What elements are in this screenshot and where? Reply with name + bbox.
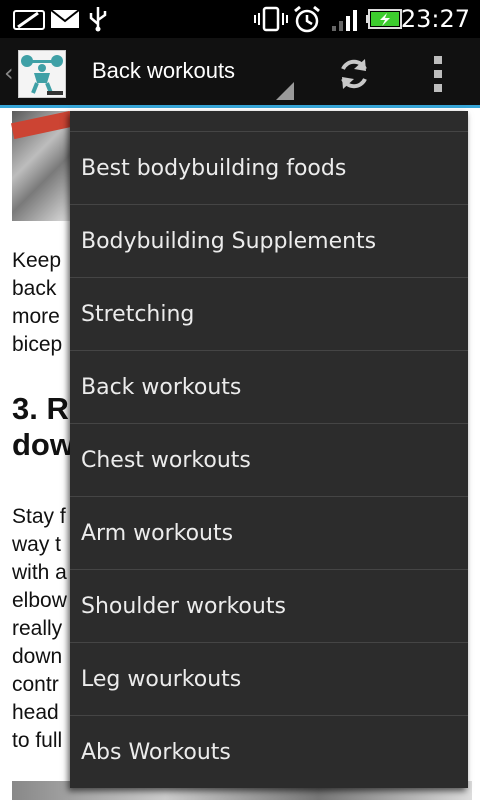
article-heading: 3. R dow bbox=[12, 391, 74, 462]
battery-charging-icon bbox=[366, 6, 404, 32]
dropdown-item-bodybuilding-supplements[interactable]: Bodybuilding Supplements bbox=[70, 204, 468, 277]
app-logo[interactable] bbox=[18, 50, 66, 98]
dropdown-item-label: Best bodybuilding foods bbox=[81, 155, 347, 181]
refresh-icon[interactable] bbox=[332, 52, 376, 96]
dropdown-item-back-workouts[interactable]: Back workouts bbox=[70, 350, 468, 423]
back-chevron-icon[interactable]: ‹ bbox=[4, 60, 14, 86]
dropdown-item[interactable] bbox=[70, 111, 468, 131]
dropdown-item-label: Leg wourkouts bbox=[81, 666, 242, 692]
usb-icon bbox=[86, 6, 110, 32]
message-icon bbox=[12, 6, 46, 32]
alarm-icon bbox=[292, 5, 322, 33]
dropdown-item-label: Back workouts bbox=[81, 374, 242, 400]
spinner-arrow-icon[interactable] bbox=[276, 82, 294, 100]
dropdown-item-leg-workouts[interactable]: Leg wourkouts bbox=[70, 642, 468, 715]
mail-icon bbox=[50, 6, 80, 32]
dropdown-item-label: Chest workouts bbox=[81, 447, 251, 473]
dropdown-item-shoulder-workouts[interactable]: Shoulder workouts bbox=[70, 569, 468, 642]
dropdown-item-abs-workouts[interactable]: Abs Workouts bbox=[70, 715, 468, 788]
action-bar: ‹ Back workouts bbox=[0, 38, 480, 108]
article-photo bbox=[10, 111, 74, 221]
signal-icon bbox=[330, 6, 362, 32]
dropdown-item-chest-workouts[interactable]: Chest workouts bbox=[70, 423, 468, 496]
vibrate-icon bbox=[254, 6, 288, 32]
status-bar: 23:27 bbox=[0, 0, 480, 38]
dropdown-item-label: Shoulder workouts bbox=[81, 593, 286, 619]
dropdown-item-arm-workouts[interactable]: Arm workouts bbox=[70, 496, 468, 569]
dropdown-item-best-bodybuilding-foods[interactable]: Best bodybuilding foods bbox=[70, 131, 468, 204]
nav-spinner-title[interactable]: Back workouts bbox=[92, 58, 235, 84]
overflow-menu-icon[interactable] bbox=[424, 52, 452, 96]
dropdown-item-label: Bodybuilding Supplements bbox=[81, 228, 377, 254]
dropdown-item-stretching[interactable]: Stretching bbox=[70, 277, 468, 350]
dropdown-item-label: Abs Workouts bbox=[81, 739, 231, 765]
status-time: 23:27 bbox=[400, 5, 470, 33]
article-paragraph: Keep back more bicep bbox=[12, 249, 63, 356]
article-paragraph: Stay f way t with a elbow really down co… bbox=[12, 505, 67, 752]
dropdown-item-label: Stretching bbox=[81, 301, 195, 327]
dropdown-item-label: Arm workouts bbox=[81, 520, 234, 546]
navigation-dropdown: Best bodybuilding foods Bodybuilding Sup… bbox=[70, 111, 468, 788]
